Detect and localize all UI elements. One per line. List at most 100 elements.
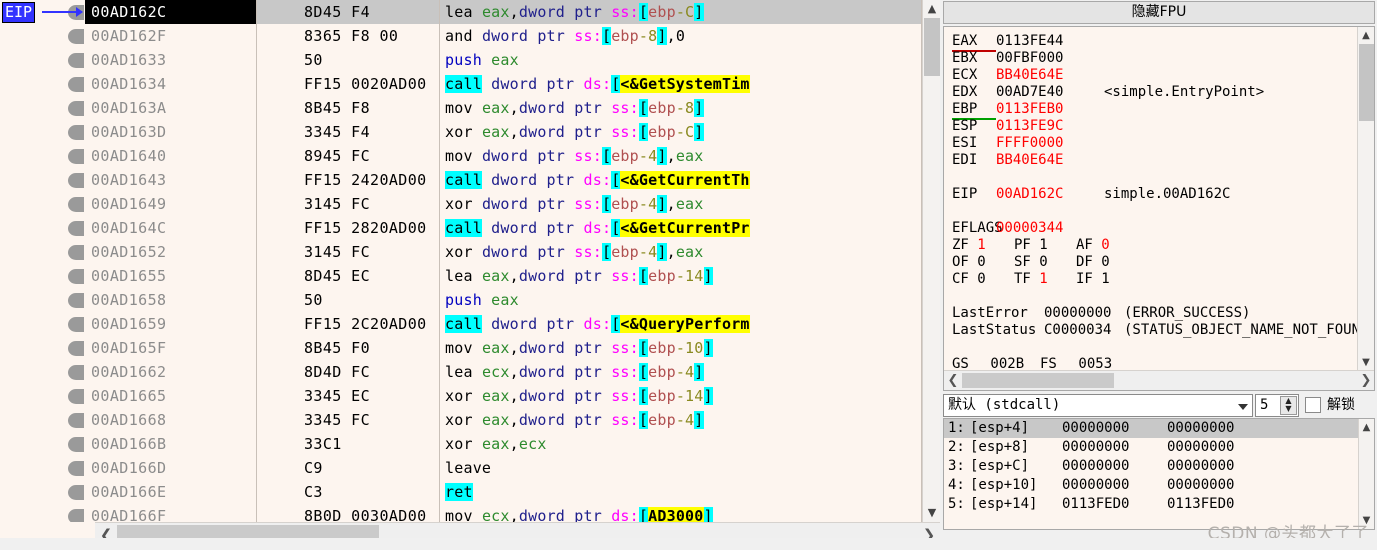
disassembly-row[interactable]: 00AD166E C3 ret xyxy=(0,480,922,504)
breakpoint-gutter[interactable] xyxy=(0,312,85,336)
registers-panel[interactable]: EAX 0113FE44 EBX 00FBF000 ECX BB40E64E EDX 00AD… xyxy=(943,26,1375,391)
register-value[interactable]: BB40E64E xyxy=(996,152,1104,169)
register-row[interactable]: EDX 00AD7E40 <simple.EntryPoint> xyxy=(952,84,1354,101)
disassembly-row[interactable]: 00AD166D C9 leave xyxy=(0,456,922,480)
disassembly-row[interactable]: 00AD162C 8D45 F4 lea eax,dword ptr ss:[ebp… xyxy=(0,0,922,24)
eflags-value[interactable]: 00000344 xyxy=(996,220,1104,237)
breakpoint-gutter[interactable] xyxy=(0,192,85,216)
breakpoint-dot-icon[interactable] xyxy=(68,269,84,284)
disassembly-row[interactable]: 00AD166B 33C1 xor eax,ecx xyxy=(0,432,922,456)
register-row[interactable]: EAX 0113FE44 xyxy=(952,33,1354,52)
breakpoint-gutter[interactable] xyxy=(0,408,85,432)
stack-argument-row[interactable]: 3: [esp+C] 00000000 00000000 xyxy=(944,457,1374,476)
breakpoint-gutter[interactable] xyxy=(0,336,85,360)
scroll-up-icon[interactable]: ▲ xyxy=(1359,420,1374,435)
flag-sf[interactable]: SF 0 xyxy=(1014,254,1076,271)
unlock-checkbox[interactable] xyxy=(1305,397,1321,413)
breakpoint-dot-icon[interactable] xyxy=(68,149,84,164)
stack-argument-row[interactable]: 4: [esp+10] 00000000 00000000 xyxy=(944,476,1374,495)
register-value[interactable]: 0113FEB0 xyxy=(996,101,1104,118)
register-row[interactable]: EBX 00FBF000 xyxy=(952,50,1354,67)
breakpoint-dot-icon[interactable] xyxy=(68,509,84,522)
disassembly-row[interactable]: 00AD1668 3345 FC xor eax,dword ptr ss:[ebp… xyxy=(0,408,922,432)
register-value[interactable]: 0113FE9C xyxy=(996,118,1104,135)
disassembly-row[interactable]: 00AD165F 8B45 F0 mov eax,dword ptr ss:[ebp… xyxy=(0,336,922,360)
breakpoint-dot-icon[interactable] xyxy=(68,125,84,140)
breakpoint-dot-icon[interactable] xyxy=(68,293,84,308)
disassembly-vertical-scrollbar[interactable]: ▲ ▼ xyxy=(922,0,940,522)
disassembly-row[interactable]: 00AD162F 8365 F8 00 and dword ptr ss:[ebp-… xyxy=(0,24,922,48)
disassembly-row[interactable]: 00AD163A 8B45 F8 mov eax,dword ptr ss:[ebp… xyxy=(0,96,922,120)
flag-pf[interactable]: PF 1 xyxy=(1014,237,1076,254)
register-row[interactable]: ECX BB40E64E xyxy=(952,67,1354,84)
register-row[interactable]: ESI FFFF0000 xyxy=(952,135,1354,152)
disassembly-row[interactable]: 00AD1643 FF15 2420AD00 call dword ptr ds:[… xyxy=(0,168,922,192)
breakpoint-dot-icon[interactable] xyxy=(68,485,84,500)
chevron-down-icon[interactable] xyxy=(1238,404,1248,410)
disassembly-row[interactable]: 00AD1662 8D4D FC lea ecx,dword ptr ss:[ebp… xyxy=(0,360,922,384)
breakpoint-dot-icon[interactable] xyxy=(68,437,84,452)
register-row[interactable]: ESP 0113FE9C xyxy=(952,118,1354,135)
breakpoint-gutter[interactable] xyxy=(0,72,85,96)
disassembly-row[interactable]: 00AD1659 FF15 2C20AD00 call dword ptr ds:[… xyxy=(0,312,922,336)
disassembly-row[interactable]: 00AD1633 50 push eax xyxy=(0,48,922,72)
scroll-up-icon[interactable]: ▲ xyxy=(1358,28,1374,44)
breakpoint-gutter[interactable] xyxy=(0,48,85,72)
register-value[interactable]: 00AD162C xyxy=(996,186,1104,203)
breakpoint-dot-icon[interactable] xyxy=(68,413,84,428)
register-row[interactable]: EDI BB40E64E xyxy=(952,152,1354,169)
disassembly-row[interactable]: 00AD1652 3145 FC xor dword ptr ss:[ebp-4],… xyxy=(0,240,922,264)
breakpoint-dot-icon[interactable] xyxy=(68,101,84,116)
breakpoint-gutter[interactable] xyxy=(0,120,85,144)
breakpoint-gutter[interactable] xyxy=(0,144,85,168)
breakpoint-gutter[interactable] xyxy=(0,504,85,522)
scroll-down-icon[interactable]: ▼ xyxy=(923,504,941,522)
breakpoint-dot-icon[interactable] xyxy=(68,341,84,356)
breakpoint-dot-icon[interactable] xyxy=(68,461,84,476)
call-convention-select[interactable]: 默认 (stdcall) xyxy=(943,394,1253,417)
scroll-up-icon[interactable]: ▲ xyxy=(923,0,941,18)
scrollbar-thumb[interactable] xyxy=(1359,44,1374,121)
breakpoint-gutter[interactable] xyxy=(0,432,85,456)
breakpoint-dot-icon[interactable] xyxy=(68,365,84,380)
breakpoint-gutter[interactable] xyxy=(0,96,85,120)
breakpoint-gutter[interactable] xyxy=(0,480,85,504)
stack-argument-row[interactable]: 5: [esp+14] 0113FED0 0113FED0 xyxy=(944,495,1374,514)
scrollbar-thumb[interactable] xyxy=(962,373,1114,388)
disassembly-row[interactable]: 00AD1649 3145 FC xor dword ptr ss:[ebp-4],… xyxy=(0,192,922,216)
disassembly-panel[interactable]: 00AD162C 8D45 F4 lea eax,dword ptr ss:[ebp… xyxy=(0,0,940,550)
stepper-buttons-icon[interactable]: ▲ ▼ xyxy=(1280,396,1297,415)
stack-arguments-panel[interactable]: 1: [esp+4] 00000000 00000000 2: [esp+8] 000000… xyxy=(943,418,1375,530)
register-value[interactable]: 00AD7E40 xyxy=(996,84,1104,101)
scroll-right-icon[interactable]: ❯ xyxy=(1357,371,1374,390)
registers-horizontal-scrollbar[interactable]: ❮ ❯ xyxy=(944,370,1374,390)
flag-zf[interactable]: ZF 1 xyxy=(952,237,1014,254)
stack-row-list[interactable]: 1: [esp+4] 00000000 00000000 2: [esp+8] 000000… xyxy=(944,419,1374,514)
breakpoint-gutter[interactable] xyxy=(0,264,85,288)
arg-count-stepper[interactable]: 5 ▲ ▼ xyxy=(1255,394,1299,417)
scrollbar-thumb[interactable] xyxy=(924,18,940,76)
disassembly-row[interactable]: 00AD166F 8B0D 0030AD00 mov ecx,dword ptr d… xyxy=(0,504,922,522)
breakpoint-gutter[interactable] xyxy=(0,216,85,240)
breakpoint-dot-icon[interactable] xyxy=(68,77,84,92)
stack-vertical-scrollbar[interactable]: ▲ ▼ xyxy=(1358,419,1374,529)
breakpoint-gutter[interactable] xyxy=(0,240,85,264)
breakpoint-dot-icon[interactable] xyxy=(68,173,84,188)
stack-argument-row[interactable]: 1: [esp+4] 00000000 00000000 xyxy=(944,419,1374,438)
breakpoint-dot-icon[interactable] xyxy=(68,197,84,212)
hide-fpu-button[interactable]: 隐藏FPU xyxy=(943,1,1375,24)
disassembly-row[interactable]: 00AD164C FF15 2820AD00 call dword ptr ds:[… xyxy=(0,216,922,240)
breakpoint-gutter[interactable] xyxy=(0,360,85,384)
flag-af[interactable]: AF 0 xyxy=(1076,237,1138,254)
scroll-left-icon[interactable]: ❮ xyxy=(944,371,962,390)
register-value[interactable]: BB40E64E xyxy=(996,67,1104,84)
stack-argument-row[interactable]: 2: [esp+8] 00000000 00000000 xyxy=(944,438,1374,457)
disassembly-row-list[interactable]: 00AD162C 8D45 F4 lea eax,dword ptr ss:[ebp… xyxy=(0,0,922,522)
disassembly-row[interactable]: 00AD1655 8D45 EC lea eax,dword ptr ss:[ebp… xyxy=(0,264,922,288)
segment-ss[interactable]: SS 002B xyxy=(1040,390,1128,391)
register-row[interactable]: EBP 0113FEB0 xyxy=(952,101,1354,120)
eflags-row[interactable]: EFLAGS00000344 xyxy=(952,220,1354,237)
breakpoint-dot-icon[interactable] xyxy=(68,317,84,332)
breakpoint-gutter[interactable] xyxy=(0,24,85,48)
registers-vertical-scrollbar[interactable]: ▲ ▼ xyxy=(1357,27,1374,372)
